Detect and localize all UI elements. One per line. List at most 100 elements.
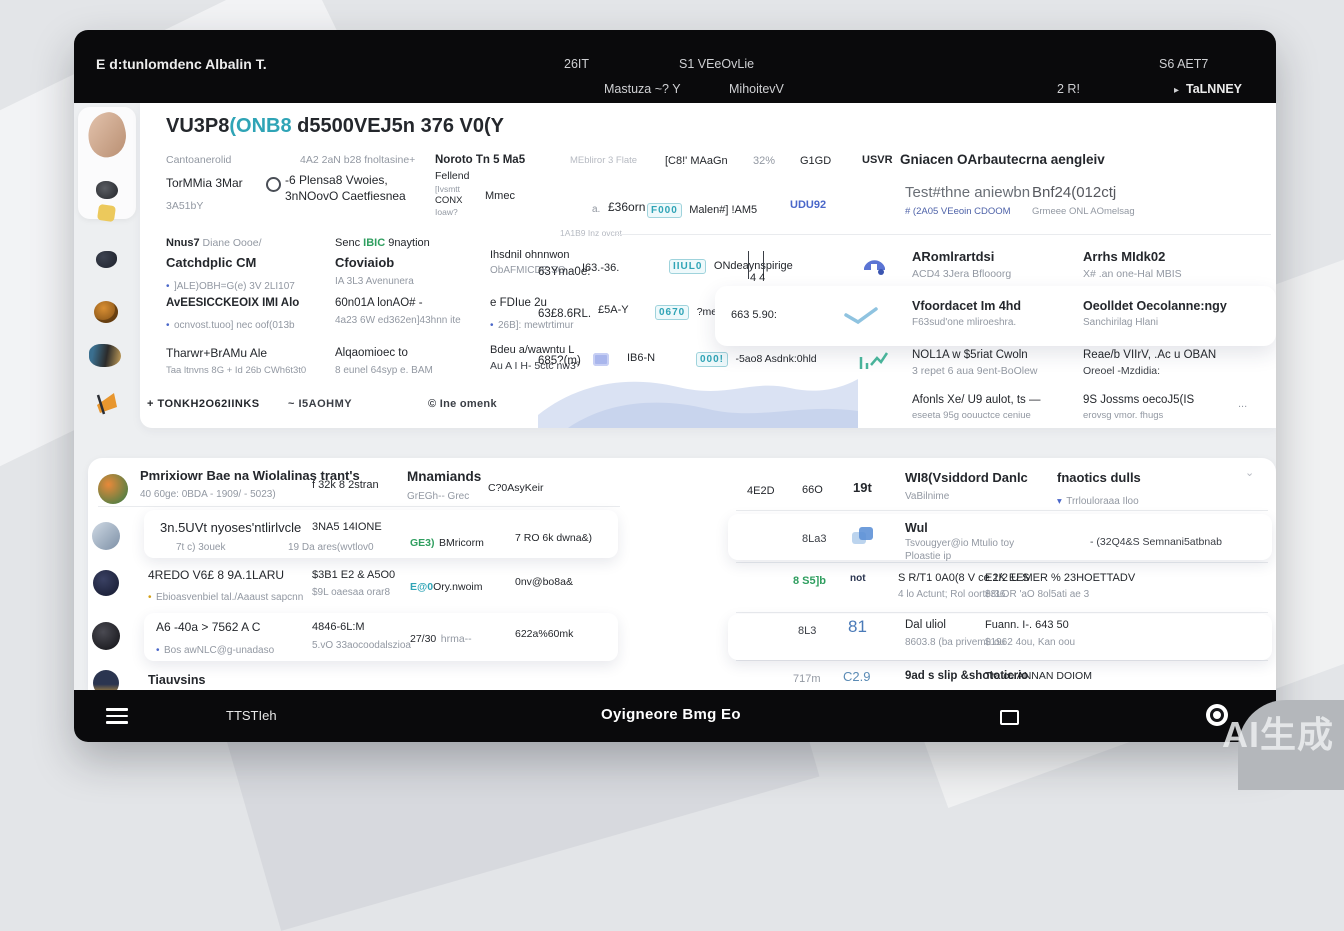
tab-safety[interactable]: ~ I5AOHMY bbox=[288, 397, 352, 411]
page-title-part2: (ONB8 bbox=[229, 115, 291, 137]
highlight-card[interactable]: 663 5.90: Vfoordacet Im 4hd F63sud'one m… bbox=[715, 286, 1276, 346]
col-header-5[interactable]: [C8!' MAaGn bbox=[665, 154, 728, 168]
menu-item-mihoitev[interactable]: MihoitevV bbox=[729, 82, 784, 96]
col-header-8[interactable]: USVR bbox=[862, 153, 893, 167]
left-list-subtitle: 40 60ge: 0BDA - 1909/ - 5023) bbox=[140, 488, 276, 501]
lrow2-tag: E@0Ory.nwoim bbox=[410, 576, 483, 597]
col-header-7[interactable]: G1GD bbox=[800, 154, 831, 168]
menu-item-s1[interactable]: S1 VEeOvLie bbox=[679, 57, 754, 71]
bullet-icon: • bbox=[148, 592, 152, 603]
lead-name: TorMMia 3Mar bbox=[166, 176, 243, 192]
row1-c2-title: Cfoviaiob bbox=[335, 255, 430, 272]
hamburger-menu-icon[interactable] bbox=[106, 708, 128, 724]
rp-row1-b-sub: X# .an one-Hal MBIS bbox=[1083, 268, 1182, 282]
right-panel-row1-a[interactable]: ARomlrartdsi ACD4 3Jera Bflooorg bbox=[912, 249, 1011, 282]
lrow1-mid-sub: 19 Da ares(wvtlov0 bbox=[288, 541, 374, 554]
row1-c2-sub: IA 3L3 Avenunera bbox=[335, 275, 430, 288]
right-panel-row2-a: Vfoordacet Im 4hd F63sud'one mliroeshra. bbox=[912, 298, 1021, 329]
overview-card: VU3P8(ONB8 d5500VEJ5n 376 V0(Y Cantoaner… bbox=[140, 103, 1276, 428]
rrow2-right: E2K EEMER % 23HOETTADV bbox=[985, 571, 1135, 585]
rtable-divider-3 bbox=[736, 612, 1268, 613]
menu-item-26it[interactable]: 26IT bbox=[564, 57, 589, 71]
right-panel-row1-b[interactable]: Arrhs MIdk02 X# .an one-Hal MBIS bbox=[1083, 249, 1182, 282]
right-panel-subtitle-b[interactable]: Bnf24(012ctj bbox=[1032, 183, 1116, 203]
sparkline-icon bbox=[858, 349, 890, 376]
sidebar-bird-icon[interactable] bbox=[96, 251, 117, 268]
bottom-bar-center-label: Oyigneore Bmg Eo bbox=[601, 706, 741, 723]
right-panel-row3-a[interactable]: NOL1A w $5riat Cwoln 3 repet 6 aua 9ent-… bbox=[912, 348, 1038, 379]
rp-row2-b-title: Oeolldet Oecolanne:ngy bbox=[1083, 298, 1227, 314]
right-panel-subtitle-a[interactable]: Test#thne aniewbn bbox=[905, 183, 1030, 203]
helmet-icon bbox=[860, 250, 888, 283]
right-panel-row4-a[interactable]: Afonls Xe/ U9 aulot, ts — eseeta 95g oou… bbox=[912, 393, 1040, 422]
lrow3-mid-sub: 5.vO 33aocoodalszioa bbox=[312, 639, 411, 652]
rp-row1-b-title: Arrhs MIdk02 bbox=[1083, 249, 1182, 266]
lrow3-name: A6 -40a > 7562 A C bbox=[156, 620, 260, 636]
row2-avatar[interactable] bbox=[93, 570, 119, 596]
col-header-6[interactable]: 32% bbox=[753, 154, 775, 168]
sidebar-note-icon[interactable] bbox=[97, 204, 116, 222]
radio-icon[interactable] bbox=[266, 177, 281, 192]
tab-weather[interactable]: © Ine omenk bbox=[428, 397, 497, 411]
sidebar-dog-icon[interactable] bbox=[89, 344, 121, 367]
list-header-avatar[interactable] bbox=[98, 474, 128, 504]
rrow1-sub: Tsvougyer@io Mtulio toy bbox=[905, 537, 1014, 550]
page-title: VU3P8(ONB8 d5500VEJ5n 376 V0(Y bbox=[166, 113, 504, 139]
lead-chip-rest: Malen#] !AM5 bbox=[689, 204, 757, 216]
col-header-1[interactable]: Cantoanerolid bbox=[166, 154, 231, 168]
lead-meta-4: CONX bbox=[435, 195, 469, 207]
col-header-4[interactable]: MEbliror 3 Flate bbox=[570, 155, 637, 167]
lrow3-right: 622a%60mk bbox=[515, 628, 573, 642]
bottom-bar-left-label: TTSTIeh bbox=[226, 708, 277, 723]
lead-meta-3: Mmec bbox=[485, 189, 515, 203]
lrow2-name: 4REDO V6£ 8 9A.1LARU bbox=[148, 568, 284, 584]
row1-avatar[interactable] bbox=[92, 522, 120, 550]
rp-row4-b-sub: erovsg vmor. fhugs bbox=[1083, 410, 1194, 422]
right-panel-row3-b[interactable]: Reae/b VIIrV, .Ac u OBAN Oreoel -Mzdidia… bbox=[1083, 348, 1216, 379]
table-row-2-col2[interactable]: 60n01A lonAO# - 4a23 6W ed362en]43hnn it… bbox=[335, 296, 461, 327]
rp-row4-b-title: 9S Jossms oecoJ5(IS bbox=[1083, 393, 1194, 408]
rtable-sub: VaBilnime bbox=[905, 490, 949, 503]
rrow3-right-sub: $1962 4ou, Kan oou bbox=[985, 636, 1075, 649]
lrow1-sub: 7t c) 3ouek bbox=[176, 541, 225, 554]
rp-row2-a-sub: F63sud'one mliroeshra. bbox=[912, 316, 1021, 329]
menu-item-talnney[interactable]: TaLNNEY bbox=[1186, 82, 1242, 96]
table-row-1-col1[interactable]: Nnus7 Diane Oooe/ Catchdplic CM • ]ALE)O… bbox=[166, 232, 295, 295]
lrow2-mid-sub: $9L oaesaa orar8 bbox=[312, 586, 390, 599]
table-row-3-col2[interactable]: Alqaomioec to 8 eunel 64syp e. BAM bbox=[335, 346, 433, 377]
lead-option-cell[interactable]: -6 Plensa8 Vwoies, 3nNOovO Caetfiesnea bbox=[285, 173, 406, 204]
menu-item-mastuza[interactable]: Mastuza ~? Y bbox=[604, 82, 681, 96]
square-window-icon[interactable] bbox=[1000, 710, 1019, 725]
menu-item-s6[interactable]: S6 AET7 bbox=[1159, 57, 1208, 71]
lead-name-cell[interactable]: TorMMia 3Mar 3A51bY bbox=[166, 176, 243, 213]
sidebar-flag-icon[interactable] bbox=[94, 391, 120, 415]
menu-item-2r[interactable]: 2 R! bbox=[1057, 82, 1080, 96]
row2-c2-sub: 4a23 6W ed362en]43hnn ite bbox=[335, 314, 461, 327]
rtable-divider-1 bbox=[736, 510, 1268, 511]
table-row-1-col2[interactable]: Senc IBIC 9naytion Cfoviaiob IA 3L3 Aven… bbox=[335, 232, 430, 288]
tab-touchpoints[interactable]: + TONKH2O62IINKS bbox=[147, 397, 260, 411]
rtable-header-v3: 19t bbox=[853, 480, 872, 497]
lead-link[interactable]: UDU92 bbox=[790, 198, 826, 212]
row3-avatar[interactable] bbox=[92, 622, 120, 650]
row3-c2-sub: 8 eunel 64syp e. BAM bbox=[335, 364, 433, 377]
overflow-ellipsis[interactable]: ... bbox=[1238, 397, 1247, 411]
row4-avatar[interactable] bbox=[93, 670, 119, 690]
rp-row4-a-title: Afonls Xe/ U9 aulot, ts — bbox=[912, 393, 1040, 408]
row1-c1-title: Catchdplic CM bbox=[166, 255, 295, 272]
sidebar-badge-icon[interactable] bbox=[94, 301, 118, 323]
row1-chip-cell: IIUL0 ONdeaynspirige bbox=[669, 255, 793, 276]
right-panel-row4-b[interactable]: 9S Jossms oecoJ5(IS erovsg vmor. fhugs bbox=[1083, 393, 1194, 422]
table-row-2-col1[interactable]: AvEESICCKEOIX IMI Alo • ocnvost.tuoo] ne… bbox=[166, 296, 299, 335]
right-panel-row2-b: Oeolldet Oecolanne:ngy Sanchirilag Hlani bbox=[1083, 298, 1227, 329]
left-list-col2-sub: GrEGh-- Grec bbox=[407, 490, 469, 503]
table-row-3-col1[interactable]: Tharwr+BrAMu Ale Taa ltnvns 8G + Id 26b … bbox=[166, 346, 306, 377]
sidebar-pet-icon[interactable] bbox=[96, 181, 118, 199]
col-header-3[interactable]: Noroto Tn 5 Ma5 bbox=[435, 153, 525, 168]
pin-icon: ▾ bbox=[1057, 496, 1062, 507]
bottom-panel: Pmrixiowr Bae na Wiolalinas trant's 40 6… bbox=[88, 458, 1276, 690]
col-header-2[interactable]: 4A2 2aN b28 fnoltasine+ bbox=[300, 154, 415, 168]
layers-icon bbox=[850, 524, 876, 553]
chevron-down-icon[interactable]: ⌄ bbox=[1245, 466, 1254, 480]
lrow1-tag: GE3) BMricorm bbox=[410, 532, 484, 553]
